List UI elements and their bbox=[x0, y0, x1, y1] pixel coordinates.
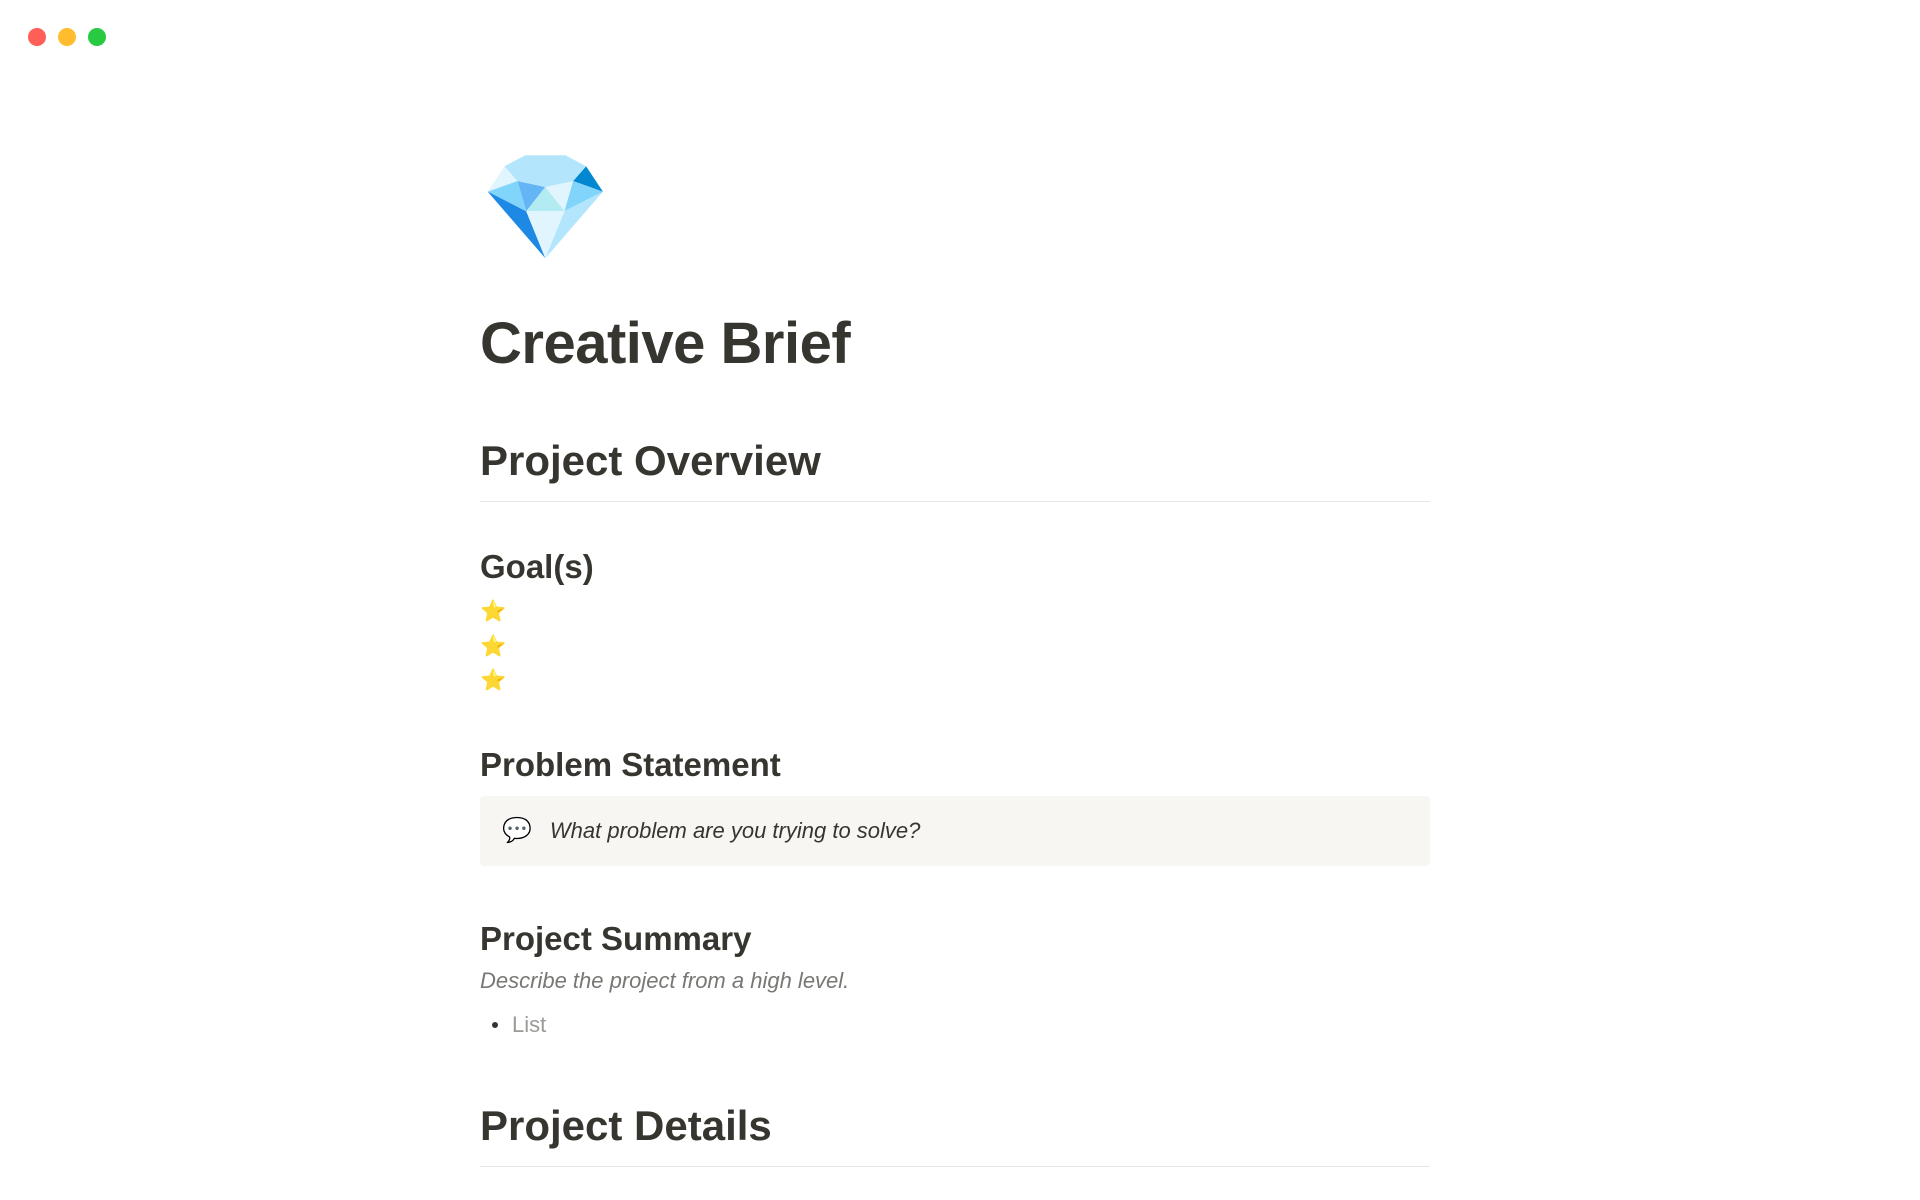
divider bbox=[480, 1166, 1430, 1167]
list-placeholder[interactable]: List bbox=[512, 1012, 546, 1038]
goal-item[interactable]: ⭐ bbox=[480, 596, 1430, 629]
speech-bubble-icon: 💬 bbox=[502, 819, 532, 843]
page-icon[interactable]: 💎 bbox=[480, 155, 611, 260]
close-window-button[interactable] bbox=[28, 28, 46, 46]
goals-list[interactable]: ⭐ ⭐ ⭐ bbox=[480, 596, 1430, 698]
summary-hint[interactable]: Describe the project from a high level. bbox=[480, 968, 1430, 994]
minimize-window-button[interactable] bbox=[58, 28, 76, 46]
bullet-icon bbox=[492, 1022, 498, 1028]
goal-item[interactable]: ⭐ bbox=[480, 665, 1430, 698]
divider bbox=[480, 501, 1430, 502]
page-title[interactable]: Creative Brief bbox=[480, 310, 1430, 377]
summary-heading[interactable]: Project Summary bbox=[480, 920, 1430, 958]
callout-text[interactable]: What problem are you trying to solve? bbox=[550, 818, 921, 844]
goals-heading[interactable]: Goal(s) bbox=[480, 548, 1430, 586]
window-controls bbox=[28, 28, 106, 46]
page-content: 💎 Creative Brief Project Overview Goal(s… bbox=[480, 0, 1430, 1167]
details-heading[interactable]: Project Details bbox=[480, 1102, 1430, 1160]
overview-heading[interactable]: Project Overview bbox=[480, 437, 1430, 495]
list-item[interactable]: List bbox=[480, 1012, 1430, 1038]
problem-callout[interactable]: 💬 What problem are you trying to solve? bbox=[480, 796, 1430, 866]
problem-heading[interactable]: Problem Statement bbox=[480, 746, 1430, 784]
summary-list[interactable]: List bbox=[480, 1012, 1430, 1038]
maximize-window-button[interactable] bbox=[88, 28, 106, 46]
goal-item[interactable]: ⭐ bbox=[480, 631, 1430, 664]
